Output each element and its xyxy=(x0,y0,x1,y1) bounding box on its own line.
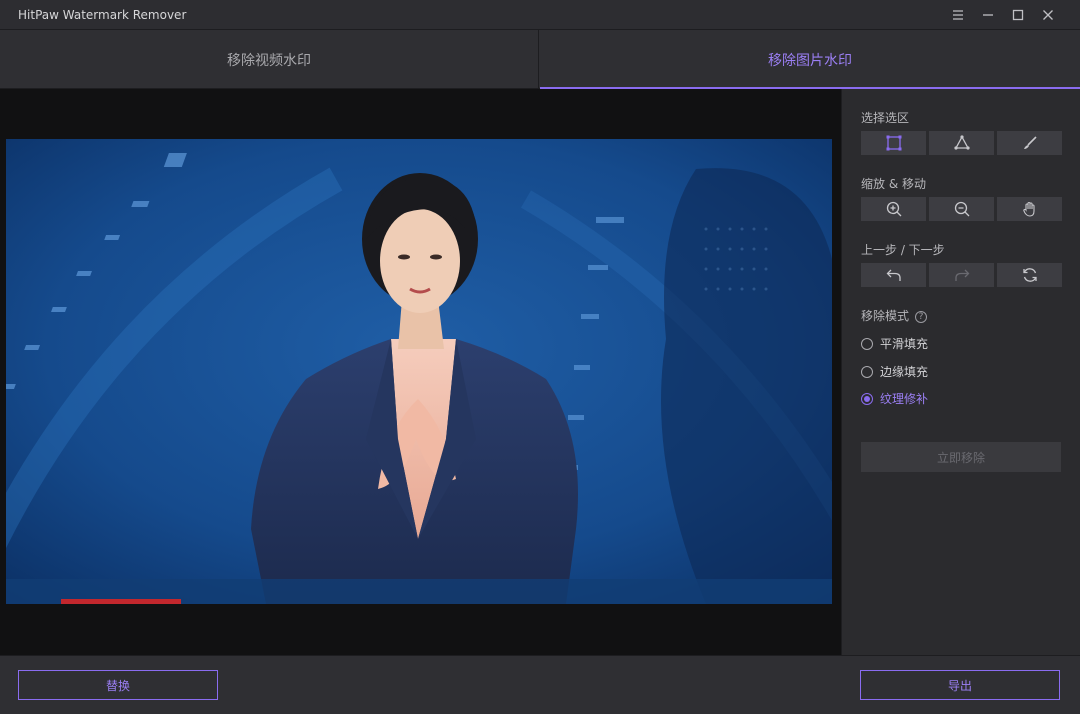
radio-button-selected[interactable] xyxy=(861,392,873,405)
bottom-bar: 替换 导出 xyxy=(0,655,1080,714)
reset-icon xyxy=(1022,268,1037,282)
close-icon[interactable] xyxy=(1039,6,1057,24)
menu-icon[interactable] xyxy=(949,6,967,24)
polygon-select-button[interactable] xyxy=(929,131,994,155)
remove-mode-label: 移除模式 xyxy=(861,309,910,323)
undo-redo-title: 上一步 / 下一步 xyxy=(861,243,945,257)
tab-remove-image-watermark[interactable]: 移除图片水印 xyxy=(540,30,1080,89)
remove-now-button[interactable]: 立即移除 xyxy=(861,442,1061,472)
minimize-icon[interactable] xyxy=(979,6,997,24)
title-bar: HitPaw Watermark Remover xyxy=(0,0,1080,30)
rectangle-select-icon xyxy=(886,135,901,151)
redo-button[interactable] xyxy=(929,263,994,287)
maximize-icon[interactable] xyxy=(1009,6,1027,24)
app-title: HitPaw Watermark Remover xyxy=(18,8,187,22)
zoom-out-button[interactable] xyxy=(929,197,994,221)
zoom-in-icon xyxy=(886,201,901,217)
select-area-title: 选择选区 xyxy=(861,111,910,125)
brush-select-icon xyxy=(1023,136,1037,149)
redo-icon xyxy=(954,269,969,281)
hand-pan-button[interactable] xyxy=(997,197,1062,221)
radio-button[interactable] xyxy=(861,365,873,378)
zoom-move-title: 缩放 & 移动 xyxy=(861,177,926,191)
mode-tabs: 移除视频水印 移除图片水印 xyxy=(0,30,1080,89)
radio-button[interactable] xyxy=(861,337,873,350)
replace-button[interactable]: 替换 xyxy=(18,670,218,700)
undo-icon xyxy=(886,269,901,281)
tool-panel: 选择选区 缩放 & 移动 上一步 / 下一步 移除模式? 平滑填充 边缘填充 纹… xyxy=(841,89,1080,655)
radio-label: 平滑填充 xyxy=(880,337,929,351)
remove-mode-title: 移除模式? xyxy=(861,307,928,324)
zoom-out-icon xyxy=(954,201,969,217)
help-icon[interactable]: ? xyxy=(915,310,928,323)
hand-pan-icon xyxy=(1022,201,1035,217)
radio-label: 纹理修补 xyxy=(880,392,929,406)
rectangle-select-button[interactable] xyxy=(861,131,926,155)
export-button[interactable]: 导出 xyxy=(860,670,1060,700)
tab-remove-video-watermark[interactable]: 移除视频水印 xyxy=(0,30,539,89)
radio-edge-fill[interactable]: 边缘填充 xyxy=(861,363,928,380)
radio-smooth-fill[interactable]: 平滑填充 xyxy=(861,335,928,352)
radio-texture-patch[interactable]: 纹理修补 xyxy=(861,390,928,407)
preview-image[interactable] xyxy=(6,139,832,604)
preview-area xyxy=(0,89,841,655)
radio-label: 边缘填充 xyxy=(880,365,929,379)
brush-select-button[interactable] xyxy=(997,131,1062,155)
reset-button[interactable] xyxy=(997,263,1062,287)
polygon-select-icon xyxy=(953,135,970,150)
zoom-in-button[interactable] xyxy=(861,197,926,221)
undo-button[interactable] xyxy=(861,263,926,287)
